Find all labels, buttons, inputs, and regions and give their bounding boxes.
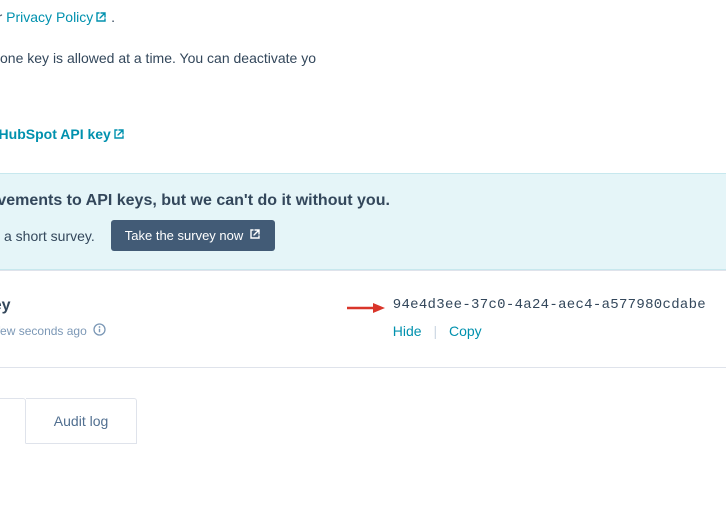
- banner-subtitle: ovide your feedback in a short survey.: [0, 228, 95, 244]
- separator: |: [433, 323, 437, 339]
- privacy-policy-link[interactable]: Privacy Policy: [6, 9, 107, 25]
- external-link-icon: [95, 7, 107, 29]
- intro-paragraph-1: n, see our Privacy Policy .: [0, 6, 726, 29]
- api-key-heading: e API key: [0, 297, 106, 315]
- tabs: g Audit log: [0, 398, 726, 444]
- external-link-icon: [113, 127, 125, 143]
- info-icon[interactable]: [93, 323, 106, 339]
- hide-key-button[interactable]: Hide: [393, 323, 422, 339]
- intro-text-suffix: .: [107, 9, 115, 25]
- intro-paragraph-2: s specific to a HubSpot account, not an …: [0, 47, 726, 69]
- copy-key-button[interactable]: Copy: [449, 323, 482, 339]
- feedback-banner: We're planning some big improvements to …: [0, 173, 726, 270]
- tab-call-log[interactable]: g: [0, 398, 26, 444]
- learn-more-link[interactable]: e about the HubSpot API key: [0, 126, 125, 142]
- arrow-icon: [345, 301, 385, 317]
- api-key-section: e API key updated a few seconds ago 94e4…: [0, 270, 726, 368]
- api-key-value: 94e4d3ee-37c0-4a24-aec4-a577980cdabe: [393, 297, 706, 313]
- take-survey-button[interactable]: Take the survey now: [111, 220, 276, 251]
- banner-title: We're planning some big improvements to …: [0, 192, 706, 210]
- api-key-updated: updated a few seconds ago: [0, 323, 106, 339]
- external-link-icon: [249, 228, 261, 243]
- tab-audit-log[interactable]: Audit log: [26, 398, 137, 444]
